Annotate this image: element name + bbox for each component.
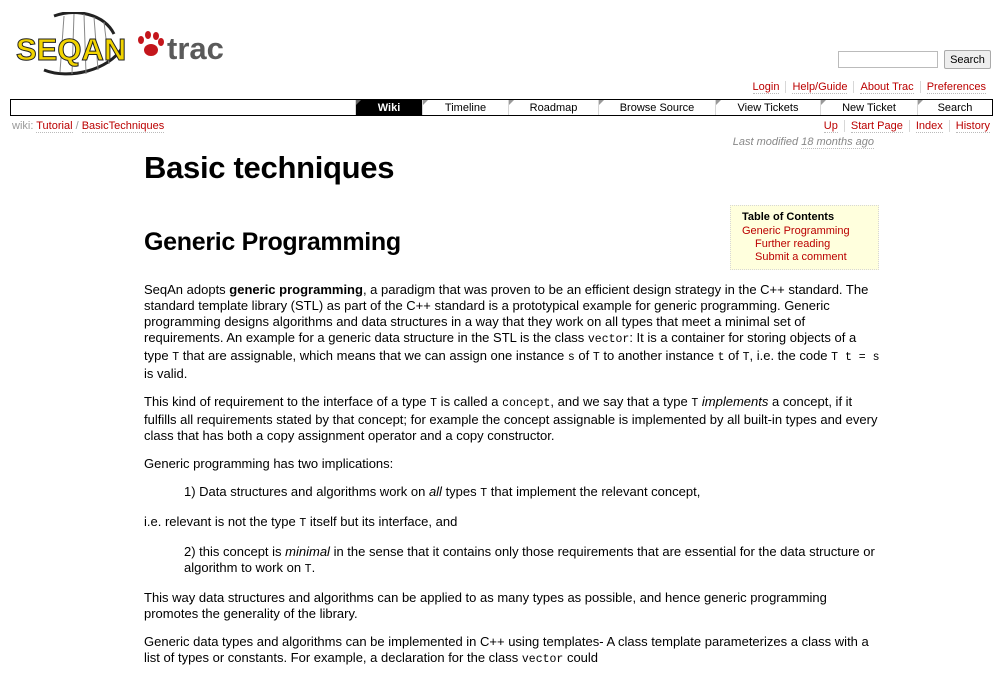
paragraph: This kind of requirement to the interfac… [144,394,878,443]
tab-search[interactable]: Search [917,100,992,115]
main-navigation: Wiki Timeline Roadmap Browse Source View… [10,99,993,116]
tab-wiki[interactable]: Wiki [355,100,422,115]
index-link[interactable]: Index [915,120,943,133]
up-link[interactable]: Up [823,120,838,133]
section-title: Generic Programming [144,228,401,256]
mainnav-spacer [11,100,355,115]
logo-seqan-text: SEQAN [16,32,126,67]
login-link[interactable]: Login [752,81,780,94]
table-of-contents: Table of Contents Generic Programming Fu… [730,205,879,270]
toc-item-submit-comment[interactable]: Submit a comment [755,251,847,263]
tab-browse-source[interactable]: Browse Source [598,100,715,115]
breadcrumb-prefix: wiki: [12,120,34,132]
last-modified-label: Last modified [732,136,799,148]
search-button[interactable]: Search [944,50,991,69]
blockquote: 1) Data structures and algorithms work o… [184,484,701,500]
start-page-link[interactable]: Start Page [850,120,903,133]
help-guide-link[interactable]: Help/Guide [792,81,848,94]
toc-item-further-reading[interactable]: Further reading [755,238,830,250]
last-modified-ago-link[interactable]: 18 months ago [801,136,874,149]
breadcrumb-basictechniques-link[interactable]: BasicTechniques [81,120,165,133]
paragraph: SeqAn adopts generic programming, a para… [144,282,880,381]
logo-graphic: SEQAN trac [16,11,224,76]
search-input[interactable] [838,51,938,68]
paragraph: i.e. relevant is not the type T itself b… [144,514,458,530]
blockquote: 2) this concept is minimal in the sense … [184,544,875,576]
history-link[interactable]: History [955,120,990,133]
tab-view-tickets[interactable]: View Tickets [715,100,820,115]
paw-icon [138,31,164,56]
paragraph: Generic data types and algorithms can be… [144,634,869,666]
logo-trac-text: trac [167,31,224,66]
paragraph: Generic programming has two implications… [144,456,394,471]
breadcrumb-separator: / [75,120,79,132]
about-trac-link[interactable]: About Trac [860,81,914,94]
context-navigation: Up Start Page Index History [818,120,996,133]
last-modified: Last modified 18 months ago [732,136,874,149]
paragraph: This way data structures and algorithms … [144,590,827,621]
article-body: SeqAn adopts generic programming, a para… [144,282,884,680]
page-title: Basic techniques [144,150,395,185]
meta-navigation: Login Help/Guide About Trac Preferences [747,81,992,94]
breadcrumb-tutorial-link[interactable]: Tutorial [36,120,73,133]
seqan-trac-logo[interactable]: SEQAN trac [14,11,229,78]
toc-title: Table of Contents [742,211,835,223]
tab-new-ticket[interactable]: New Ticket [820,100,917,115]
breadcrumb: wiki: Tutorial / BasicTechniques [12,120,165,133]
tab-roadmap[interactable]: Roadmap [508,100,598,115]
toc-item-generic-programming[interactable]: Generic Programming [742,225,850,237]
preferences-link[interactable]: Preferences [926,81,986,94]
tab-timeline[interactable]: Timeline [422,100,508,115]
